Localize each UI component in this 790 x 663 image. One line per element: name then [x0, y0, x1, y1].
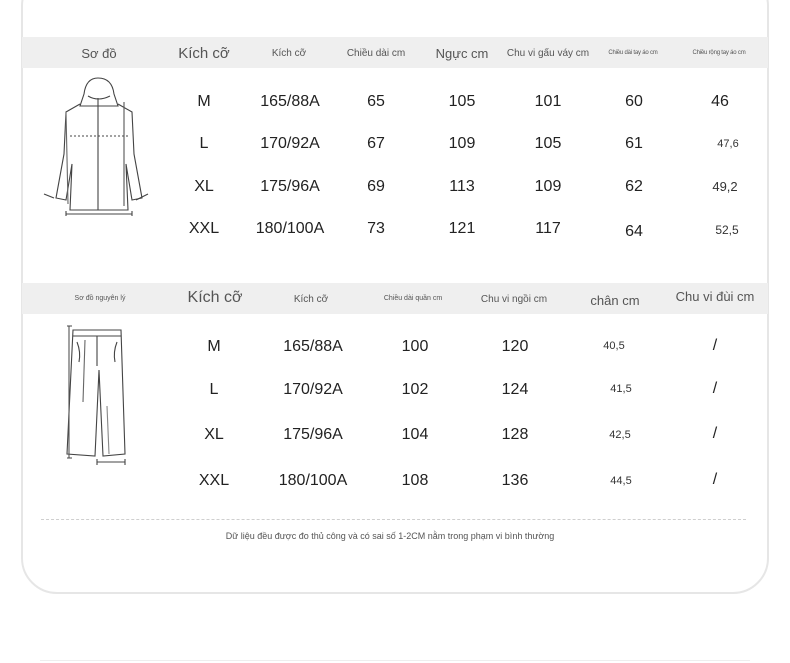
header-length: Chiều dài cm [346, 48, 406, 59]
cell-size: XL [194, 178, 214, 195]
cell-pants-length: 100 [401, 338, 429, 355]
cell-thigh: / [712, 471, 718, 488]
cell-size: L [209, 381, 219, 398]
cell-size: XXL [188, 220, 220, 237]
cell-chest: 121 [448, 220, 476, 237]
cell-thigh: / [712, 380, 718, 397]
header-size-code: Kích cỡ [293, 294, 329, 305]
cell-chest: 109 [448, 135, 476, 152]
header-diagram: Sơ đồ [81, 46, 117, 61]
cell-leg-opening: 40,5 [603, 340, 625, 352]
header-seat: Chu vi ngồi cm [480, 294, 548, 305]
dashed-divider [41, 519, 746, 520]
header-size: Kích cỡ [187, 289, 243, 306]
bottom-table-row: M 165/88A 100 120 40,5 / [0, 333, 790, 363]
cell-pants-length: 104 [401, 426, 429, 443]
bottom-table-row: XL 175/96A 104 128 42,5 / [0, 421, 790, 451]
cell-size-code: 170/92A [260, 135, 320, 152]
top-table-header: Sơ đồ Kích cỡ Kích cỡ Chiều dài cm Ngực … [22, 37, 768, 68]
cell-size-code: 165/88A [283, 338, 343, 355]
cell-seat: 128 [501, 426, 529, 443]
cell-length: 67 [367, 135, 385, 152]
cell-seat: 124 [501, 381, 529, 398]
cell-length: 73 [367, 220, 385, 237]
cell-size-code: 175/96A [283, 426, 343, 443]
top-table-row: M 165/88A 65 105 101 60 46 [0, 88, 790, 118]
cell-size: XL [204, 426, 224, 443]
bottom-table-row: L 170/92A 102 124 41,5 / [0, 376, 790, 406]
cell-length: 65 [367, 93, 385, 110]
cell-hem: 105 [534, 135, 562, 152]
cell-size: L [199, 135, 209, 152]
cell-leg-opening: 44,5 [610, 475, 632, 487]
cell-pants-length: 102 [401, 381, 429, 398]
bottom-table-row: XXL 180/100A 108 136 44,5 / [0, 467, 790, 497]
bottom-table-header: Sơ đồ nguyên lý Kích cỡ Kích cỡ Chiều dà… [22, 283, 768, 314]
cell-size-code: 180/100A [278, 472, 348, 489]
cell-leg-opening: 42,5 [609, 429, 631, 441]
cell-size: M [197, 93, 211, 110]
cell-seat: 136 [501, 472, 529, 489]
cell-sleeve-width: 52,5 [715, 223, 739, 237]
cell-sleeve-width: 49,2 [712, 179, 738, 194]
cell-size-code: 165/88A [260, 93, 320, 110]
cell-chest: 113 [449, 178, 475, 195]
header-diagram: Sơ đồ nguyên lý [74, 295, 126, 302]
measurement-note: Dữ liệu đều được đo thủ công và có sai s… [225, 531, 555, 541]
top-table-row: XXL 180/100A 73 121 117 64 52,5 [0, 215, 790, 245]
bottom-divider [40, 660, 750, 661]
header-size-code: Kích cỡ [271, 48, 307, 59]
cell-sleeve-width: 47,6 [717, 138, 739, 150]
header-sleeve-width: Chiều rộng tay áo cm [692, 50, 746, 56]
header-size: Kích cỡ [178, 45, 230, 62]
cell-hem: 109 [534, 178, 562, 195]
cell-size-code: 170/92A [283, 381, 343, 398]
cell-size: M [207, 338, 221, 355]
cell-pants-length: 108 [401, 472, 429, 489]
cell-thigh: / [712, 425, 718, 442]
header-sleeve-length: Chiều dài tay áo cm [608, 50, 658, 56]
cell-sleeve-length: 64 [625, 223, 643, 240]
header-chest: Ngực cm [435, 46, 489, 61]
header-hem: Chu vi gấu váy cm [506, 48, 590, 59]
cell-sleeve-length: 60 [625, 93, 643, 110]
top-table-row: L 170/92A 67 109 105 61 47,6 [0, 130, 790, 160]
cell-sleeve-width: 46 [711, 93, 729, 110]
cell-chest: 105 [448, 93, 476, 110]
cell-size: XXL [198, 472, 230, 489]
header-leg-opening: chân cm [590, 293, 640, 308]
header-pants-length: Chiều dài quần cm [383, 295, 443, 302]
cell-sleeve-length: 61 [625, 135, 643, 152]
cell-hem: 101 [534, 93, 562, 110]
cell-length: 69 [367, 178, 385, 195]
cell-leg-opening: 41,5 [610, 383, 632, 395]
cell-hem: 117 [535, 220, 561, 237]
cell-thigh: / [712, 337, 718, 354]
cell-size-code: 180/100A [255, 220, 325, 237]
cell-size-code: 175/96A [260, 178, 320, 195]
header-thigh: Chu vi đùi cm [675, 289, 755, 304]
cell-seat: 120 [501, 338, 529, 355]
top-table-row: XL 175/96A 69 113 109 62 49,2 [0, 173, 790, 203]
cell-sleeve-length: 62 [625, 178, 643, 195]
